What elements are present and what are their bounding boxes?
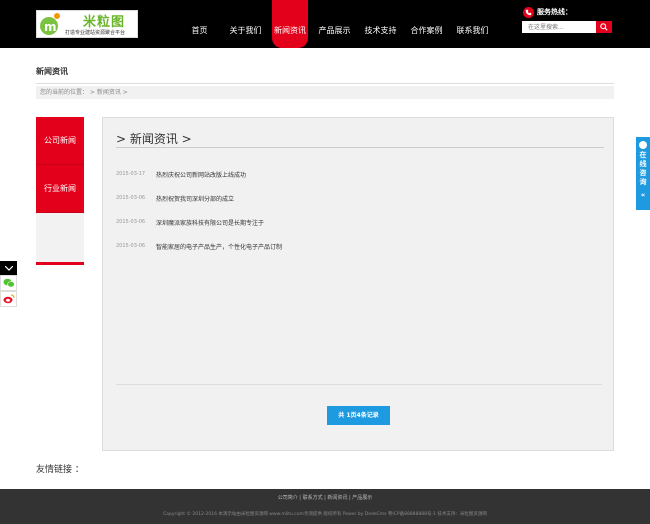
list-item[interactable]: 2015-03-06 热烈祝贺我司深圳分部的成立 xyxy=(116,186,596,210)
site-header: m 米粒图 打造专业建站资源聚合平台 首页 关于我们 新闻资讯 产品展示 技术支… xyxy=(0,0,650,48)
site-logo[interactable]: m 米粒图 打造专业建站资源聚合平台 xyxy=(36,10,138,38)
chevron-down-icon xyxy=(4,265,13,271)
logo-tagline: 打造专业建站资源聚合平台 xyxy=(65,30,126,36)
logo-mark-icon: m xyxy=(40,13,60,35)
online-consult-button[interactable]: 在线咨询 « xyxy=(636,137,650,210)
hotline-label: 服务热线： xyxy=(537,8,572,16)
breadcrumb: 您的当前的位置： > 新闻资讯 > xyxy=(36,86,614,99)
nav-item-products[interactable]: 产品展示 xyxy=(315,0,354,48)
wechat-share-button[interactable] xyxy=(0,275,17,291)
news-date: 2015-03-17 xyxy=(116,171,146,177)
news-panel: > 新闻资讯 > 2015-03-17 热烈庆祝公司新网站改版上线成功 2015… xyxy=(102,117,614,451)
consult-label: 在线咨询 xyxy=(639,151,647,186)
pager-divider xyxy=(116,384,602,385)
nav-item-about[interactable]: 关于我们 xyxy=(226,0,265,48)
list-item[interactable]: 2015-03-17 热烈庆祝公司新网站改版上线成功 xyxy=(116,162,596,186)
footer-links[interactable]: 公司简介 | 联系方式 | 新闻资讯 | 产品展示 xyxy=(0,494,650,501)
news-date: 2015-03-06 xyxy=(116,195,146,201)
nav-item-cases[interactable]: 合作案例 xyxy=(407,0,446,48)
weibo-icon xyxy=(3,294,14,304)
news-title-link[interactable]: 热烈祝贺我司深圳分部的成立 xyxy=(156,194,234,203)
sidebar: 公司新闻 行业新闻 xyxy=(36,117,84,265)
site-footer: 公司简介 | 联系方式 | 新闻资讯 | 产品展示 Copyright © 20… xyxy=(0,489,650,524)
nav-item-support[interactable]: 技术支持 xyxy=(361,0,400,48)
search-button[interactable] xyxy=(596,21,612,33)
list-item[interactable]: 2015-03-06 深圳魔派家族科技有限公司是长期专注于 xyxy=(116,210,596,234)
hotline: 服务热线： xyxy=(523,6,572,18)
nav-item-contact[interactable]: 联系我们 xyxy=(453,0,492,48)
footer-copyright: Copyright © 2012-2016 本演示站由米粒图资源网 www.ml… xyxy=(163,512,487,517)
chat-icon xyxy=(639,141,647,149)
pagination-info[interactable]: 共 1页4条记录 xyxy=(327,406,390,425)
logo-name: 米粒图 xyxy=(83,15,126,30)
news-title-link[interactable]: 深圳魔派家族科技有限公司是长期专注于 xyxy=(156,218,264,227)
svg-text:m: m xyxy=(44,20,57,34)
news-title-link[interactable]: 智能家居的电子产品生产，个性化电子产品订制 xyxy=(156,242,282,251)
panel-title: > 新闻资讯 > xyxy=(116,132,192,146)
news-list: 2015-03-17 热烈庆祝公司新网站改版上线成功 2015-03-06 热烈… xyxy=(116,162,596,258)
wechat-icon xyxy=(3,278,15,288)
sidebar-item-company-news[interactable]: 公司新闻 xyxy=(36,117,84,165)
main-nav: 首页 关于我们 新闻资讯 产品展示 技术支持 合作案例 联系我们 xyxy=(180,0,499,48)
search-icon xyxy=(600,23,608,31)
news-date: 2015-03-06 xyxy=(116,243,146,249)
expand-arrow-icon: « xyxy=(640,191,646,199)
nav-item-news[interactable]: 新闻资讯 xyxy=(272,0,308,48)
friend-links-label: 友情链接 ： xyxy=(36,465,84,475)
news-date: 2015-03-06 xyxy=(116,219,146,225)
weibo-share-button[interactable] xyxy=(0,291,17,307)
search-input[interactable] xyxy=(522,21,596,33)
page-title: 新闻资讯 xyxy=(36,67,68,76)
share-bar xyxy=(0,261,17,307)
list-item[interactable]: 2015-03-06 智能家居的电子产品生产，个性化电子产品订制 xyxy=(116,234,596,258)
sidebar-item-industry-news[interactable]: 行业新闻 xyxy=(36,165,84,213)
phone-icon xyxy=(523,6,534,18)
nav-item-home[interactable]: 首页 xyxy=(180,0,219,48)
share-toggle-button[interactable] xyxy=(0,261,17,275)
panel-divider xyxy=(116,147,604,148)
title-divider xyxy=(36,83,614,84)
search-box xyxy=(522,21,612,33)
news-title-link[interactable]: 热烈庆祝公司新网站改版上线成功 xyxy=(156,170,246,179)
